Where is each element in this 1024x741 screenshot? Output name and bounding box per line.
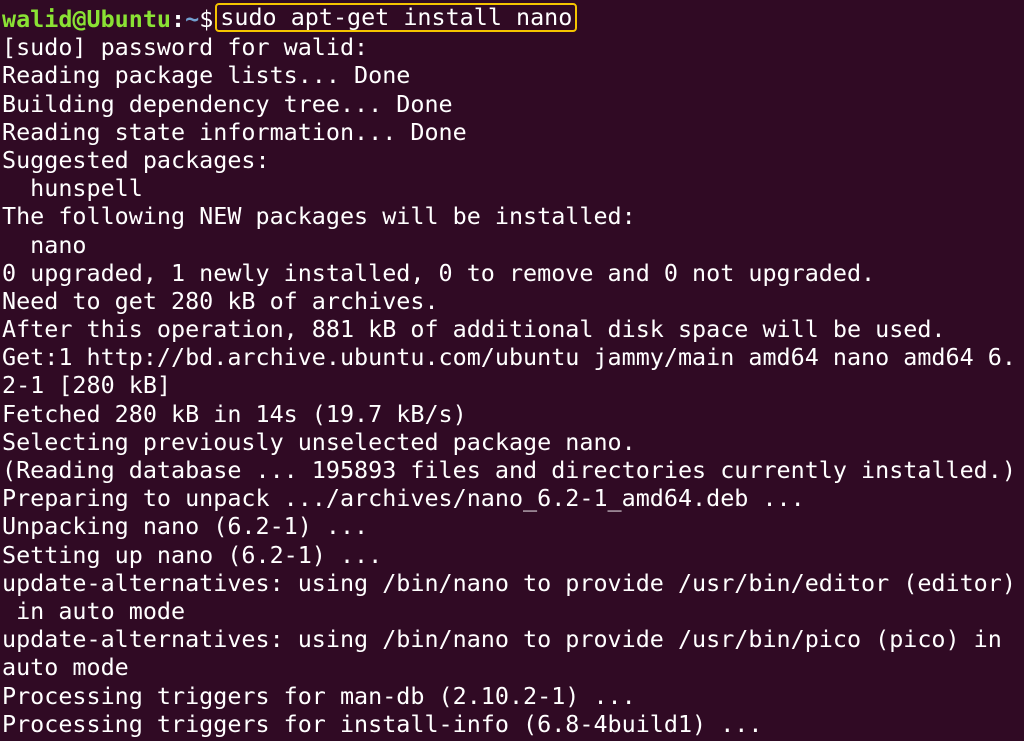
output-line: Selecting previously unselected package … — [2, 427, 636, 456]
highlighted-command: sudo apt-get install nano — [215, 3, 578, 32]
output-line: 0 upgraded, 1 newly installed, 0 to remo… — [2, 258, 876, 287]
prompt-line: walid@Ubuntu:~$ sudo apt-get install nano — [2, 3, 1024, 33]
output-line: Get:1 http://bd.archive.ubuntu.com/ubunt… — [2, 343, 1016, 372]
output-line: Setting up nano (6.2-1) ... — [2, 540, 383, 569]
output-line: Unpacking nano (6.2-1) ... — [2, 512, 369, 541]
output-line: 2-1 [280 kB] — [2, 371, 171, 400]
output-line: Fetched 280 kB in 14s (19.7 kB/s) — [2, 399, 467, 428]
output-line: After this operation, 881 kB of addition… — [2, 315, 946, 344]
output-line: nano — [2, 230, 87, 259]
output-line: Reading state information... Done — [2, 117, 467, 146]
terminal-output: [sudo] password for walid: Reading packa… — [2, 33, 1024, 738]
output-line: (Reading database ... 195893 files and d… — [2, 456, 1016, 484]
output-line: [sudo] password for walid: — [2, 33, 369, 62]
terminal-window[interactable]: walid@Ubuntu:~$ sudo apt-get install nano… — [0, 0, 1024, 741]
prompt-user-host: walid@Ubuntu — [2, 5, 171, 33]
output-line: Reading package lists... Done — [2, 61, 411, 90]
output-line: auto mode — [2, 653, 129, 682]
prompt-separator: : — [171, 5, 186, 33]
output-line: Processing triggers for man-db (2.10.2-1… — [2, 681, 636, 710]
prompt-path: ~ — [185, 5, 200, 33]
prompt-symbol: $ — [199, 5, 214, 33]
output-line: Processing triggers for install-info (6.… — [2, 709, 763, 738]
output-line: update-alternatives: using /bin/nano to … — [2, 568, 1016, 597]
output-line: hunspell — [2, 174, 143, 203]
output-line: update-alternatives: using /bin/nano to … — [2, 625, 1002, 654]
output-line: Need to get 280 kB of archives. — [2, 286, 439, 315]
output-line: Suggested packages: — [2, 145, 270, 174]
output-line: in auto mode — [2, 596, 186, 625]
output-line: Building dependency tree... Done — [2, 89, 453, 118]
output-line: The following NEW packages will be insta… — [2, 202, 636, 231]
output-line: Preparing to unpack .../archives/nano_6.… — [2, 484, 805, 513]
